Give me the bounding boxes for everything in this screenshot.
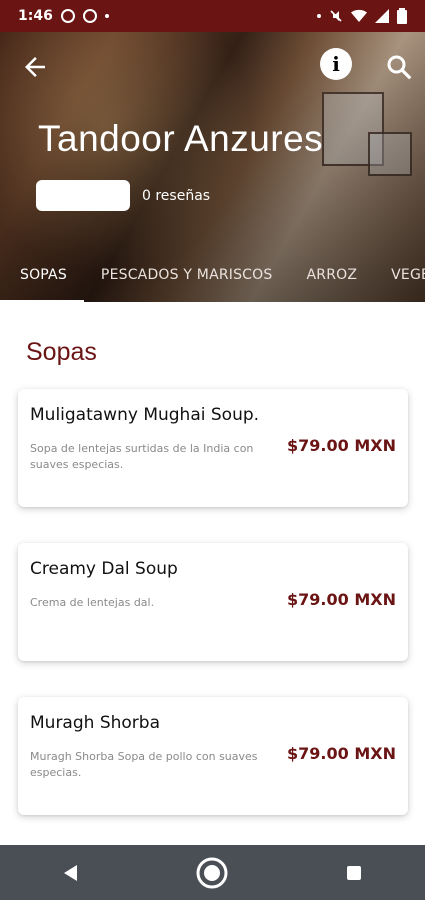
top-bar: i [0,48,425,84]
item-price: $79.00 MXN [287,436,396,455]
info-icon[interactable]: i [320,48,352,80]
nav-back-button[interactable] [51,853,91,893]
mute-icon [330,10,342,22]
status-left: 1:46 [18,8,109,24]
tab-vegetarianos[interactable]: VEGET [374,267,425,283]
item-description: Sopa de lentejas surtidas de la India co… [30,442,254,471]
battery-icon [397,8,407,24]
category-tabs: SOPAS PESCADOS Y MARISCOS ARROZ VEGET [0,256,425,294]
arrow-left-icon[interactable] [20,52,50,82]
menu-item-card[interactable]: Muragh Shorba Muragh Shorba Sopa de poll… [18,697,408,815]
nav-home-button[interactable] [192,853,232,893]
wifi-icon [351,9,367,22]
spotify-icon [60,9,75,23]
section-title: Sopas [26,338,97,366]
restaurant-title: Tandoor Anzures [38,118,324,159]
item-name: Creamy Dal Soup [30,559,178,579]
active-tab-indicator [0,300,84,303]
search-icon[interactable] [384,52,414,82]
item-name: Muragh Shorba [30,713,160,733]
menu-item-card[interactable]: Creamy Dal Soup Crema de lentejas dal. $… [18,543,408,661]
android-nav-bar [0,845,425,900]
item-description: Crema de lentejas dal. [30,596,155,609]
home-circle-icon [196,857,228,888]
status-time: 1:46 [18,8,53,24]
item-name: Muligatawny Mughai Soup. [30,405,260,425]
tab-arroz[interactable]: ARROZ [289,267,374,283]
tab-pescados-y-mariscos[interactable]: PESCADOS Y MARISCOS [84,267,290,283]
cell-signal-icon [375,9,389,23]
background-window [368,132,412,176]
tab-sopas[interactable]: SOPAS [0,267,84,283]
status-bar: 1:46 [0,0,425,32]
background-window [322,92,384,166]
status-right [317,8,407,24]
nav-recents-button[interactable] [334,853,374,893]
item-price: $79.00 MXN [287,744,396,763]
notification-app-icon [82,9,97,23]
status-dot-icon [317,14,321,18]
rating-box [36,180,130,211]
back-triangle-icon [63,864,77,881]
item-description: Muragh Shorba Sopa de pollo con suaves e… [30,750,258,779]
menu-item-card[interactable]: Muligatawny Mughai Soup. Sopa de lenteja… [18,389,408,507]
item-price: $79.00 MXN [287,590,396,609]
notification-dot-icon [104,14,109,18]
recents-square-icon [347,865,362,880]
reviews-count[interactable]: 0 reseñas [142,188,210,204]
